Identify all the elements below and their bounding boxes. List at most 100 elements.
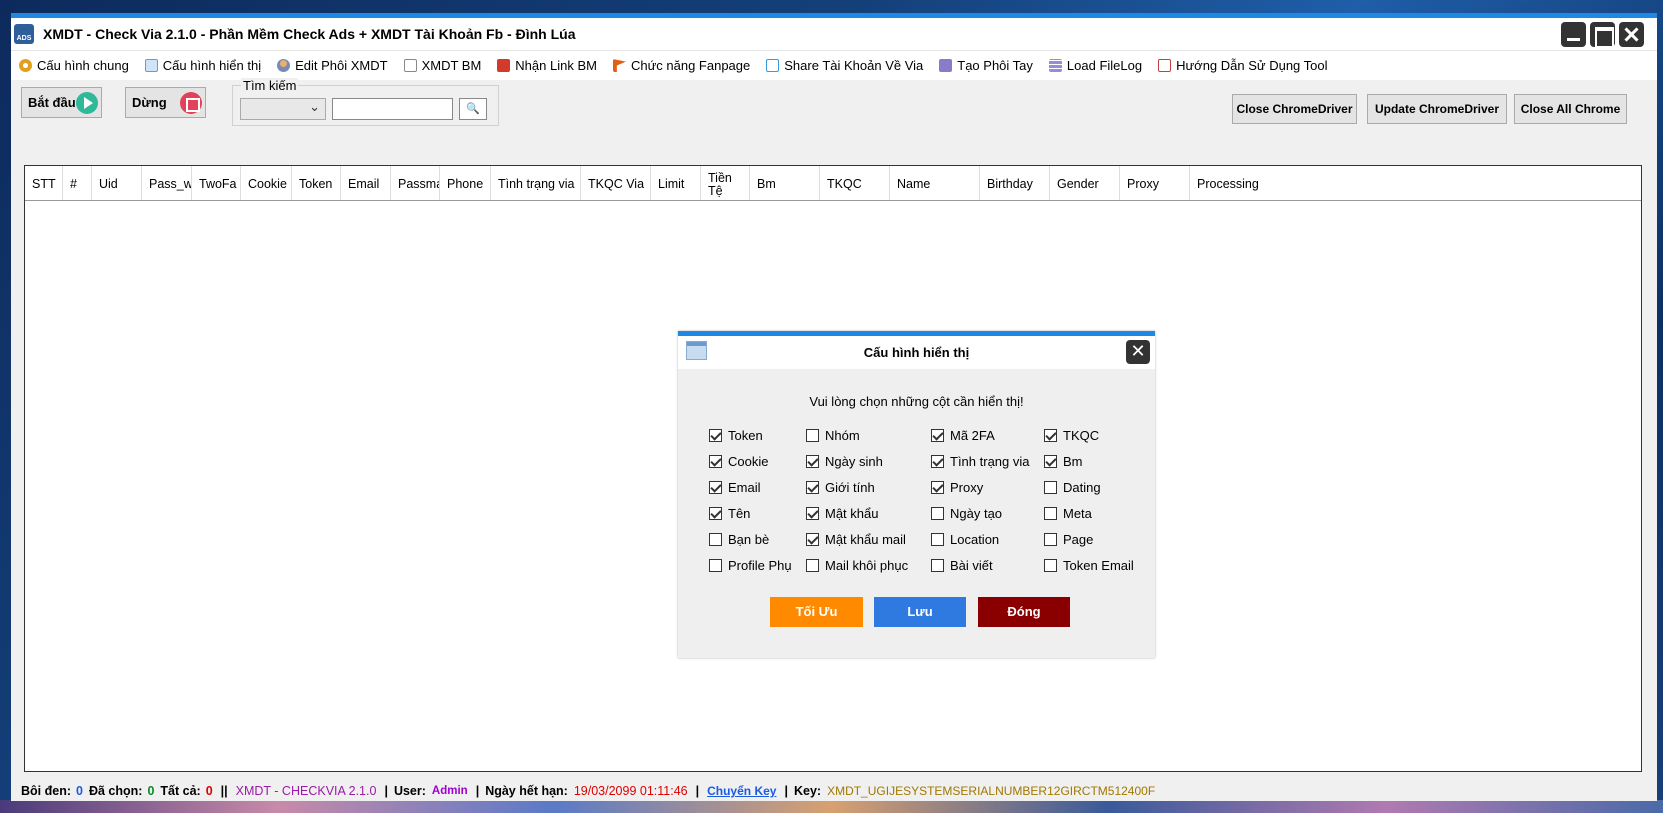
column-header[interactable]: TKQC Via [581,166,651,200]
checkbox-checked-icon[interactable] [931,481,944,494]
checkbox-label: Ngày tạo [950,506,1003,521]
close-window-button[interactable] [1619,22,1644,47]
column-header[interactable]: Phone [440,166,491,200]
column-header[interactable]: Gender [1050,166,1120,200]
column-header[interactable]: Name [890,166,980,200]
column-header[interactable]: # [63,166,92,200]
search-input[interactable] [332,98,453,120]
checkbox-unchecked-icon[interactable] [1044,533,1057,546]
column-checkbox[interactable]: Giới tính [806,480,875,495]
column-checkbox[interactable]: Mã 2FA [931,428,995,443]
column-checkbox[interactable]: Mail khôi phục [806,558,908,573]
close-all-chrome-button[interactable]: Close All Chrome [1514,94,1627,124]
column-header[interactable]: Pass_w [142,166,192,200]
checkbox-checked-icon[interactable] [709,429,722,442]
update-chromedriver-button[interactable]: Update ChromeDriver [1367,94,1507,124]
column-checkbox[interactable]: Ngày tạo [931,506,1002,521]
column-checkbox[interactable]: Token Email [1044,558,1134,573]
column-checkbox[interactable]: Mật khẩu [806,506,878,521]
menu-share-tai-khoan[interactable]: Share Tài Khoản Về Via [766,58,923,73]
menu-cau-hinh-hien-thi[interactable]: Cấu hình hiển thị [144,58,261,73]
checkbox-checked-icon[interactable] [1044,455,1057,468]
column-header[interactable]: Cookie [241,166,292,200]
column-header[interactable]: TKQC [820,166,890,200]
checkbox-unchecked-icon[interactable] [709,559,722,572]
column-checkbox[interactable]: Bm [1044,454,1083,469]
checkbox-unchecked-icon[interactable] [806,429,819,442]
column-checkbox[interactable]: Page [1044,532,1093,547]
column-checkbox[interactable]: TKQC [1044,428,1099,443]
search-field-select[interactable] [240,98,326,120]
column-header[interactable]: Email [341,166,391,200]
maximize-button[interactable] [1590,22,1615,48]
column-checkbox[interactable]: Ngày sinh [806,454,883,469]
menu-huong-dan[interactable]: Hướng Dẫn Sử Dụng Tool [1158,58,1328,73]
column-checkbox[interactable]: Mật khẩu mail [806,532,906,547]
checkbox-checked-icon[interactable] [709,507,722,520]
checkbox-unchecked-icon[interactable] [1044,481,1057,494]
column-checkbox[interactable]: Tình trạng via [931,454,1030,469]
save-button[interactable]: Lưu [874,597,966,627]
column-checkbox[interactable]: Email [709,480,761,495]
close-chromedriver-button[interactable]: Close ChromeDriver [1232,94,1357,124]
checkbox-unchecked-icon[interactable] [709,533,722,546]
column-checkbox[interactable]: Bạn bè [709,532,769,547]
column-header[interactable]: Token [292,166,341,200]
checkbox-checked-icon[interactable] [806,533,819,546]
checkbox-checked-icon[interactable] [931,455,944,468]
play-icon [76,92,98,114]
checkbox-checked-icon[interactable] [709,455,722,468]
checkbox-unchecked-icon[interactable] [1044,559,1057,572]
checkbox-unchecked-icon[interactable] [806,559,819,572]
menu-load-filelog[interactable]: Load FileLog [1048,58,1142,73]
checkbox-unchecked-icon[interactable] [931,559,944,572]
checkbox-unchecked-icon[interactable] [1044,507,1057,520]
checkbox-label: Dating [1063,480,1101,495]
column-checkbox[interactable]: Cookie [709,454,768,469]
column-header[interactable]: Passmai [391,166,440,200]
column-header[interactable]: Birthday [980,166,1050,200]
checkbox-checked-icon[interactable] [1044,429,1057,442]
optimize-button[interactable]: Tối Ưu [770,597,863,627]
column-header[interactable]: Proxy [1120,166,1190,200]
start-button[interactable]: Bắt đầu [21,87,102,118]
checkbox-unchecked-icon[interactable] [931,533,944,546]
checkbox-checked-icon[interactable] [806,507,819,520]
checkbox-checked-icon[interactable] [931,429,944,442]
menu-edit-phoi-xmdt[interactable]: Edit Phôi XMDT [277,58,388,73]
grid-header: STT # Uid Pass_w TwoFa Cookie Token Emai… [25,166,1641,201]
column-header[interactable]: Processing [1190,166,1340,200]
stop-button[interactable]: Dừng [125,87,206,118]
menu-tao-phoi-tay[interactable]: Tạo Phôi Tay [939,58,1033,73]
search-button[interactable]: 🔍 [459,98,487,120]
column-checkbox[interactable]: Nhóm [806,428,860,443]
column-checkbox[interactable]: Dating [1044,480,1101,495]
checkbox-checked-icon[interactable] [806,455,819,468]
column-header[interactable]: Tình trạng via [491,166,581,200]
checkbox-unchecked-icon[interactable] [931,507,944,520]
dialog-close-button[interactable]: ✕ [1126,340,1150,364]
column-checkbox[interactable]: Location [931,532,999,547]
column-checkbox[interactable]: Proxy [931,480,983,495]
menu-chuc-nang-fanpage[interactable]: Chức năng Fanpage [612,58,750,73]
menu-xmdt-bm[interactable]: XMDT BM [403,58,481,73]
close-button[interactable]: Đóng [978,597,1070,627]
column-header[interactable]: Bm [750,166,820,200]
checkbox-checked-icon[interactable] [806,481,819,494]
column-header[interactable]: Tiền Tệ [701,166,750,200]
help-icon [1158,59,1172,72]
minimize-button[interactable] [1561,22,1586,47]
column-checkbox[interactable]: Profile Phụ [709,558,792,573]
column-header[interactable]: STT [25,166,63,200]
checkbox-checked-icon[interactable] [709,481,722,494]
column-checkbox[interactable]: Meta [1044,506,1092,521]
column-header[interactable]: Limit [651,166,701,200]
column-checkbox[interactable]: Token [709,428,763,443]
change-key-link[interactable]: Chuyển Key [707,784,776,798]
menu-cau-hinh-chung[interactable]: Cấu hình chung [19,58,129,73]
menu-nhan-link-bm[interactable]: Nhận Link BM [497,58,597,73]
column-checkbox[interactable]: Bài viết [931,558,993,573]
column-header[interactable]: TwoFa [192,166,241,200]
column-checkbox[interactable]: Tên [709,506,750,521]
column-header[interactable]: Uid [92,166,142,200]
